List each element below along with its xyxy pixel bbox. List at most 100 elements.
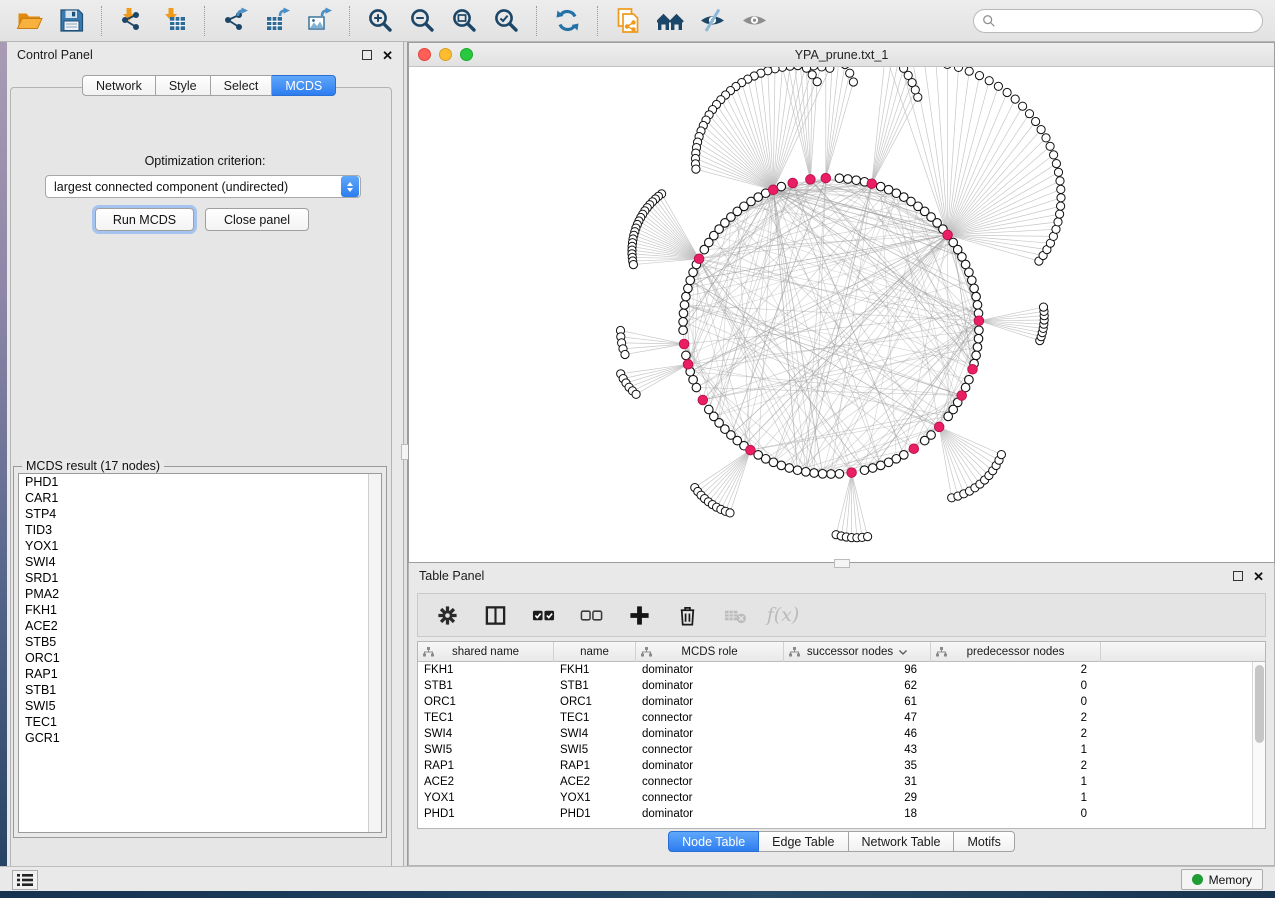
memory-button[interactable]: Memory	[1181, 869, 1263, 890]
zoom-selected-icon[interactable]	[490, 5, 522, 37]
table-row[interactable]: SWI5SWI5connector431	[418, 742, 1265, 758]
table-cell: 96	[784, 662, 931, 678]
table-settings-icon[interactable]	[434, 602, 460, 628]
tab-edge-table[interactable]: Edge Table	[759, 831, 848, 852]
mcds-result-item[interactable]: ACE2	[19, 618, 381, 634]
tab-network[interactable]: Network	[82, 75, 156, 96]
export-network-icon[interactable]	[219, 5, 251, 37]
table-panel: Table Panel ✕ f(x) shared namenameMCDS r…	[408, 563, 1275, 866]
export-image-icon[interactable]	[303, 5, 335, 37]
mcds-result-item[interactable]: TEC1	[19, 714, 381, 730]
unselect-all-columns-icon[interactable]	[578, 602, 604, 628]
tab-motifs[interactable]: Motifs	[954, 831, 1014, 852]
table-cell: connector	[636, 742, 784, 758]
delete-column-icon[interactable]	[674, 602, 700, 628]
search-box[interactable]	[973, 9, 1263, 33]
table-cell: connector	[636, 790, 784, 806]
tab-select[interactable]: Select	[211, 75, 273, 96]
table-cell: 62	[784, 678, 931, 694]
table-row[interactable]: PHD1PHD1dominator180	[418, 806, 1265, 822]
select-all-columns-icon[interactable]	[530, 602, 556, 628]
tab-network-table[interactable]: Network Table	[849, 831, 955, 852]
close-panel-button[interactable]: Close panel	[205, 208, 309, 231]
table-cell: PHD1	[418, 806, 554, 822]
float-table-panel-icon[interactable]	[1233, 571, 1243, 581]
mcds-result-item[interactable]: FKH1	[19, 602, 381, 618]
table-row[interactable]: TEC1TEC1connector472	[418, 710, 1265, 726]
status-list-button[interactable]	[12, 870, 38, 890]
close-panel-icon[interactable]: ✕	[382, 49, 393, 62]
column-header-label: name	[580, 646, 609, 658]
mcds-result-item[interactable]: RAP1	[19, 666, 381, 682]
mcds-list-scrollbar[interactable]	[368, 474, 381, 832]
export-table-icon[interactable]	[261, 5, 293, 37]
import-network-icon[interactable]	[116, 5, 148, 37]
control-panel: Control Panel ✕ NetworkStyleSelectMCDS O…	[7, 42, 403, 866]
refresh-layout-icon[interactable]	[551, 5, 583, 37]
table-row[interactable]: FKH1FKH1dominator962	[418, 662, 1265, 678]
table-row[interactable]: RAP1RAP1dominator352	[418, 758, 1265, 774]
column-namespace-icon	[423, 647, 434, 660]
column-namespace-icon	[789, 647, 800, 660]
mcds-result-item[interactable]: SWI4	[19, 554, 381, 570]
table-row[interactable]: YOX1YOX1connector291	[418, 790, 1265, 806]
mcds-result-item[interactable]: SWI5	[19, 698, 381, 714]
divider-grip-horizontal-icon[interactable]	[834, 559, 850, 568]
run-mcds-button[interactable]: Run MCDS	[95, 208, 194, 231]
column-header-predecessor-nodes[interactable]: predecessor nodes	[931, 642, 1101, 662]
tab-node-table[interactable]: Node Table	[668, 831, 759, 852]
column-header-MCDS-role[interactable]: MCDS role	[636, 642, 784, 662]
table-row[interactable]: SWI4SWI4dominator462	[418, 726, 1265, 742]
table-cell: STB1	[418, 678, 554, 694]
zoom-in-icon[interactable]	[364, 5, 396, 37]
zoom-fit-icon[interactable]	[448, 5, 480, 37]
network-window-titlebar[interactable]: YPA_prune.txt_1	[409, 43, 1274, 67]
mcds-result-item[interactable]: STP4	[19, 506, 381, 522]
table-scrollbar[interactable]	[1252, 662, 1265, 828]
column-header-successor-nodes[interactable]: successor nodes	[784, 642, 931, 662]
table-row[interactable]: STB1STB1dominator620	[418, 678, 1265, 694]
open-file-icon[interactable]	[13, 5, 45, 37]
table-cell: 1	[931, 742, 1101, 758]
mcds-result-item[interactable]: TID3	[19, 522, 381, 538]
mcds-result-item[interactable]: PHD1	[19, 474, 381, 490]
table-cell: connector	[636, 710, 784, 726]
mcds-result-item[interactable]: YOX1	[19, 538, 381, 554]
clone-network-icon[interactable]	[612, 5, 644, 37]
mcds-result-item[interactable]: PMA2	[19, 586, 381, 602]
network-graph-canvas[interactable]	[409, 67, 1274, 562]
table-toolbar: f(x)	[417, 593, 1266, 637]
node-table[interactable]: shared name name MCDS rolesuccessor nodesp…	[417, 641, 1266, 829]
show-all-icon[interactable]	[738, 5, 770, 37]
column-header-shared-name[interactable]: shared name	[418, 642, 554, 662]
toggle-columns-icon[interactable]	[482, 602, 508, 628]
mcds-result-item[interactable]: SRD1	[19, 570, 381, 586]
main-toolbar	[0, 0, 1275, 42]
network-window-title: YPA_prune.txt_1	[409, 48, 1274, 62]
zoom-out-icon[interactable]	[406, 5, 438, 37]
mcds-result-item[interactable]: CAR1	[19, 490, 381, 506]
column-header-name[interactable]: name	[554, 642, 636, 662]
close-table-panel-icon[interactable]: ✕	[1253, 570, 1264, 583]
mcds-result-item[interactable]: STB1	[19, 682, 381, 698]
first-neighbors-icon[interactable]	[654, 5, 686, 37]
column-namespace-icon	[641, 647, 652, 660]
optimization-criterion-dropdown[interactable]: largest connected component (undirected)	[45, 175, 361, 198]
table-row[interactable]: ORC1ORC1dominator610	[418, 694, 1265, 710]
mcds-result-list[interactable]: PHD1CAR1STP4TID3YOX1SWI4SRD1PMA2FKH1ACE2…	[18, 473, 382, 833]
hide-selected-icon[interactable]	[696, 5, 728, 37]
table-row[interactable]: ACE2ACE2connector311	[418, 774, 1265, 790]
save-session-icon[interactable]	[55, 5, 87, 37]
table-cell: dominator	[636, 758, 784, 774]
mcds-result-item[interactable]: STB5	[19, 634, 381, 650]
mcds-result-item[interactable]: ORC1	[19, 650, 381, 666]
tab-mcds[interactable]: MCDS	[272, 75, 336, 96]
import-table-icon[interactable]	[158, 5, 190, 37]
tab-style[interactable]: Style	[156, 75, 211, 96]
float-panel-icon[interactable]	[362, 50, 372, 60]
network-graph[interactable]	[409, 67, 1274, 562]
add-column-icon[interactable]	[626, 602, 652, 628]
search-input[interactable]	[1001, 11, 1262, 31]
mcds-result-item[interactable]: GCR1	[19, 730, 381, 746]
table-scrollbar-thumb[interactable]	[1255, 665, 1264, 743]
